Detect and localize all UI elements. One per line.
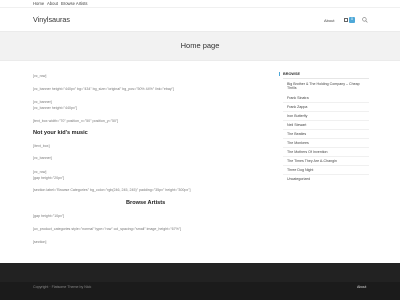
cart-button[interactable]: 0 xyxy=(344,17,356,23)
sidebar-item-divider xyxy=(283,138,369,139)
shortcode-text: [vc_banner] xyxy=(33,100,52,104)
top-nav-home[interactable]: Home xyxy=(33,1,44,6)
top-nav-browse-artists[interactable]: Browse Artists xyxy=(61,1,88,6)
page-title: Home page xyxy=(180,41,220,50)
shortcode-text: [vc_banner] xyxy=(33,156,52,160)
top-nav-about[interactable]: About xyxy=(47,1,58,6)
sidebar-item-divider xyxy=(283,102,369,103)
sidebar-item-uncategorized[interactable]: Uncategorized xyxy=(287,177,310,181)
sidebar-item-divider xyxy=(283,129,369,130)
shortcode-text: [vc_row] xyxy=(33,74,47,78)
search-icon[interactable] xyxy=(362,17,368,23)
sidebar-item-neil-stewart[interactable]: Neil Stewart xyxy=(287,123,306,127)
site-header: Vinylsauras About 0 xyxy=(0,8,400,31)
shortcode-text: [section] xyxy=(33,240,47,244)
sidebar-item-divider xyxy=(283,156,369,157)
site-title[interactable]: Vinylsauras xyxy=(33,15,70,24)
section-title-kids-music: Not your kid's music xyxy=(33,130,88,136)
top-nav-bar: Home About Browse Artists xyxy=(0,0,400,8)
shortcode-text: [text_box width="70" position_x="50" pos… xyxy=(33,119,119,123)
shortcode-text: [section label="Browse Categories" bg_co… xyxy=(33,188,191,192)
sidebar-item-three-dog-night[interactable]: Three Dog Night xyxy=(287,168,313,172)
sidebar-heading: BROWSE xyxy=(278,72,301,77)
sidebar-item-the-monkees[interactable]: The Monkees xyxy=(287,141,309,145)
sidebar-item-divider xyxy=(283,147,369,148)
sidebar-item-iron-butterfly[interactable]: Iron Butterfly xyxy=(287,114,307,118)
sidebar-item-divider xyxy=(283,111,369,112)
shortcode-text: [ux_product_categories style="normal" ty… xyxy=(33,227,182,231)
sidebar-item-frank-zappa[interactable]: Frank Zappa xyxy=(287,105,307,109)
page-title-banner: Home page xyxy=(0,31,400,61)
footer-copyright: Copyright · Flatsome Theme by Nick xyxy=(33,285,92,289)
shortcode-text: [vc_row] xyxy=(33,170,47,174)
sidebar-item-divider xyxy=(283,120,369,121)
section-title-browse-artists: Browse Artists xyxy=(126,200,166,206)
cart-icon xyxy=(344,18,348,22)
sidebar-item-divider xyxy=(283,174,369,175)
sidebar-item-times-they-are-changin[interactable]: The Times They Are A-Changin xyxy=(287,159,337,163)
footer-about-link[interactable]: About xyxy=(357,285,366,289)
sidebar-item-divider xyxy=(283,165,369,166)
cart-count-badge: 0 xyxy=(349,17,355,23)
shortcode-text: [gap height="20px"] xyxy=(33,176,65,180)
shortcode-text: [vc_banner height="440px"] xyxy=(33,106,78,110)
sidebar-item-frank-sinatra[interactable]: Frank Sinatra xyxy=(287,96,309,100)
sidebar-divider xyxy=(283,78,369,79)
sidebar-item-the-beatles[interactable]: The Beatles xyxy=(287,132,306,136)
shortcode-text: [/text_box] xyxy=(33,144,50,148)
shortcode-text: [vc_banner height="440px" bg="434" bg_si… xyxy=(33,87,174,91)
sidebar-item-mothers-of-invention[interactable]: The Mothers Of Invention xyxy=(287,150,328,154)
header-about-link[interactable]: About xyxy=(324,18,334,23)
sidebar-item-big-brother[interactable]: Big Brother & The Holding Company – Chea… xyxy=(287,82,365,91)
shortcode-text: [gap height="10px"] xyxy=(33,214,65,218)
